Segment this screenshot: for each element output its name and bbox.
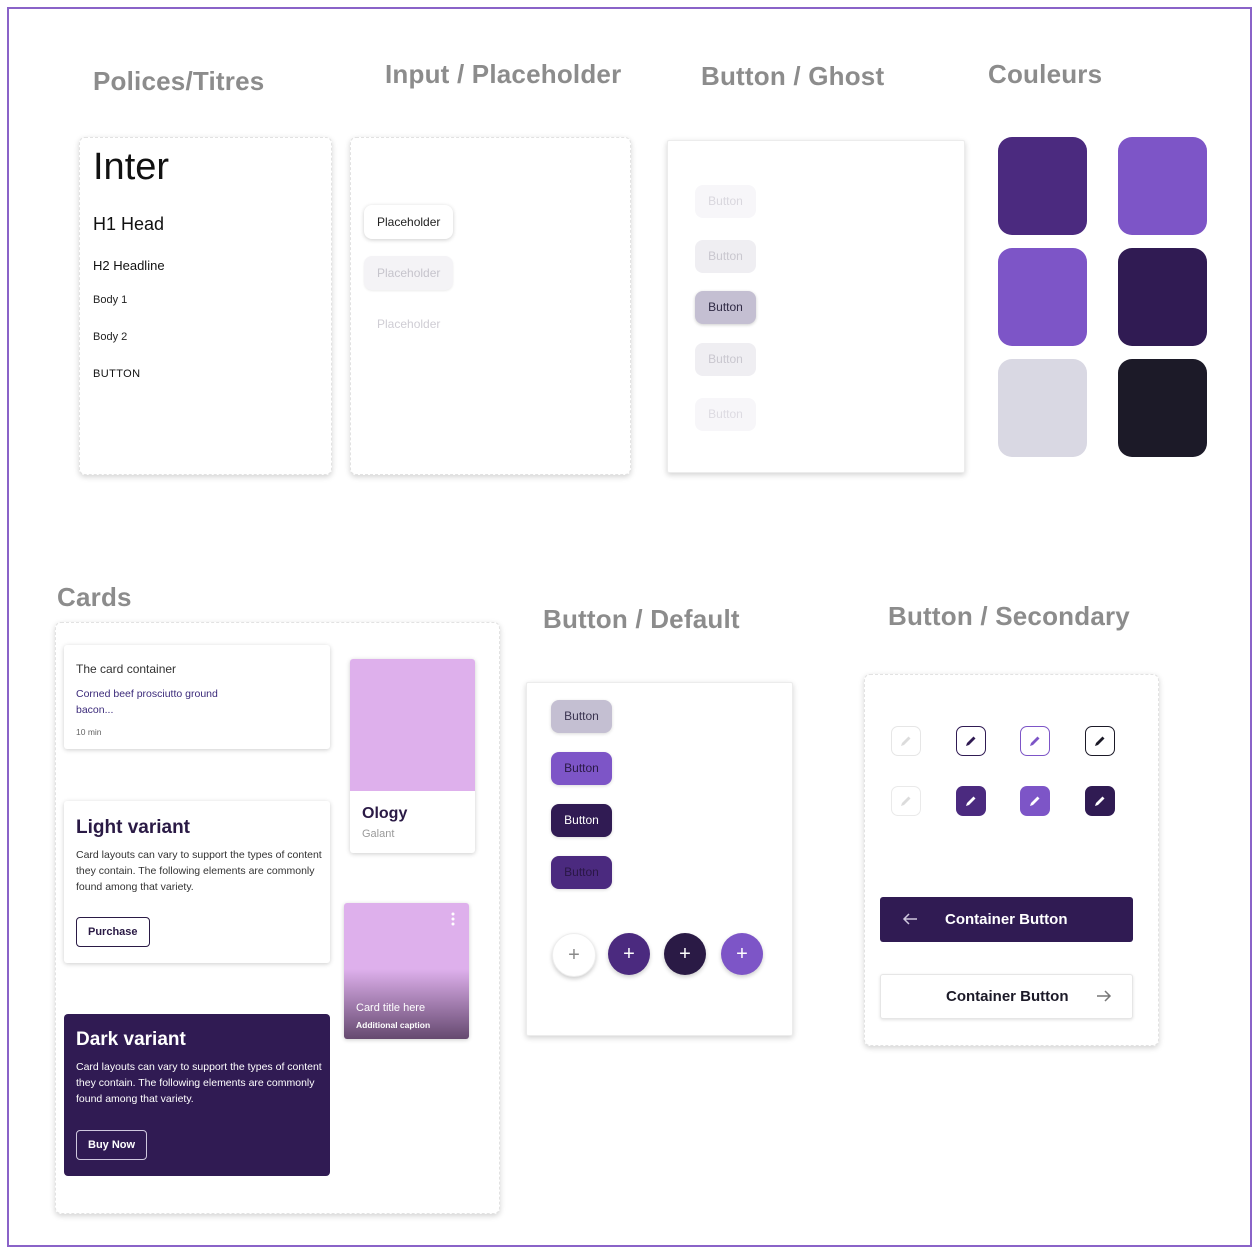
ghost-buttons-panel: Button Button Button Button Button: [667, 140, 965, 473]
container-button-filled-label: Container Button: [945, 911, 1068, 928]
input-plain[interactable]: Placeholder: [364, 307, 453, 341]
edit-button-filled-3[interactable]: [1020, 786, 1050, 816]
default-buttons-panel: Button Button Button Button + + + +: [526, 682, 793, 1036]
edit-button-filled-2[interactable]: [956, 786, 986, 816]
plus-icon: +: [736, 943, 748, 965]
pencil-icon: [1093, 794, 1107, 808]
typography-panel: Inter H1 Head H2 Headline Body 1 Body 2 …: [79, 137, 332, 475]
section-title-typography: Polices/Titres: [93, 66, 265, 96]
ghost-button-5[interactable]: Button: [695, 398, 756, 431]
default-button-4[interactable]: Button: [551, 856, 612, 889]
pencil-icon: [964, 794, 978, 808]
buy-now-button[interactable]: Buy Now: [76, 1130, 148, 1160]
pencil-icon: [964, 734, 978, 748]
input-focused[interactable]: Placeholder: [364, 205, 454, 239]
color-swatch-1: [998, 137, 1087, 235]
ghost-button-3[interactable]: Button: [695, 291, 756, 324]
color-swatch-5: [998, 359, 1087, 457]
arrow-left-icon: [902, 913, 917, 925]
default-button-1[interactable]: Button: [551, 700, 612, 733]
card-container-title: The card container: [76, 662, 177, 676]
ghost-button-1[interactable]: Button: [695, 185, 756, 218]
arrow-right-icon: [1097, 990, 1112, 1002]
card-dark-title: Dark variant: [76, 1029, 186, 1050]
ghost-button-4[interactable]: Button: [695, 343, 756, 376]
default-button-2[interactable]: Button: [551, 752, 612, 785]
section-title-input: Input / Placeholder: [385, 59, 622, 89]
section-title-secondary: Button / Secondary: [888, 601, 1130, 631]
color-swatch-6: [1118, 359, 1207, 457]
body2-sample: Body 2: [93, 331, 128, 343]
section-title-default: Button / Default: [543, 604, 740, 634]
ghost-button-2[interactable]: Button: [695, 240, 756, 273]
default-button-3[interactable]: Button: [551, 804, 612, 837]
button-text-sample: BUTTON: [93, 368, 141, 380]
fab-add-button-1[interactable]: +: [552, 933, 596, 977]
color-swatch-3: [998, 248, 1087, 346]
card-media-subtitle: Galant: [362, 828, 395, 840]
card-overlay-caption: Additional caption: [356, 1020, 431, 1030]
fab-add-button-4[interactable]: +: [721, 933, 763, 975]
more-vertical-icon[interactable]: [449, 911, 457, 927]
edit-button-outlined-2[interactable]: [956, 726, 986, 756]
fab-add-button-2[interactable]: +: [608, 933, 650, 975]
container-button-outlined[interactable]: Container Button: [880, 974, 1133, 1019]
pencil-icon: [1028, 794, 1042, 808]
card-dark-body: Card layouts can vary to support the typ…: [76, 1061, 322, 1105]
h1-sample: H1 Head: [93, 214, 165, 234]
section-title-ghost: Button / Ghost: [701, 61, 885, 91]
secondary-buttons-panel: Container Button Container Button: [864, 674, 1159, 1046]
card-overlay[interactable]: Card title here Additional caption: [344, 903, 469, 1039]
card-container-time: 10 min: [76, 727, 102, 737]
card-light-body: Card layouts can vary to support the typ…: [76, 849, 322, 893]
color-swatch-2: [1118, 137, 1207, 235]
font-name: Inter: [93, 146, 170, 188]
plus-icon: +: [623, 943, 635, 965]
card-container[interactable]: The card container Corned beef prosciutt…: [64, 645, 330, 749]
container-button-filled[interactable]: Container Button: [880, 897, 1133, 942]
card-container-subtitle: Corned beef prosciutto ground bacon...: [76, 688, 218, 716]
purchase-button[interactable]: Purchase: [76, 917, 150, 947]
pencil-icon: [1028, 734, 1042, 748]
section-title-cards: Cards: [57, 582, 132, 612]
fab-add-button-3[interactable]: +: [664, 933, 706, 975]
input-soft[interactable]: Placeholder: [364, 256, 454, 290]
color-swatch-4: [1118, 248, 1207, 346]
edit-button-outlined-3[interactable]: [1020, 726, 1050, 756]
card-overlay-title: Card title here: [356, 1002, 426, 1014]
card-dark[interactable]: Dark variant Card layouts can vary to su…: [64, 1014, 330, 1176]
edit-button-outlined-1[interactable]: [891, 726, 921, 756]
card-light[interactable]: Light variant Card layouts can vary to s…: [64, 801, 330, 963]
section-title-colors: Couleurs: [988, 59, 1103, 89]
card-media-title: Ology: [362, 805, 408, 822]
card-media[interactable]: Ology Galant: [350, 659, 475, 853]
card-light-title: Light variant: [76, 817, 191, 838]
pencil-icon: [1093, 734, 1107, 748]
edit-button-filled-4[interactable]: [1085, 786, 1115, 816]
cards-panel: The card container Corned beef prosciutt…: [55, 622, 500, 1214]
body1-sample: Body 1: [93, 294, 128, 306]
pencil-icon: [899, 734, 913, 748]
container-button-outlined-label: Container Button: [946, 988, 1069, 1005]
h2-sample: H2 Headline: [93, 258, 165, 273]
card-media-image: [350, 659, 475, 791]
edit-button-filled-1[interactable]: [891, 786, 921, 816]
plus-icon: +: [679, 943, 691, 965]
edit-button-outlined-4[interactable]: [1085, 726, 1115, 756]
plus-icon: +: [568, 944, 580, 966]
pencil-icon: [899, 794, 913, 808]
input-panel: Placeholder Placeholder Placeholder: [350, 137, 631, 475]
